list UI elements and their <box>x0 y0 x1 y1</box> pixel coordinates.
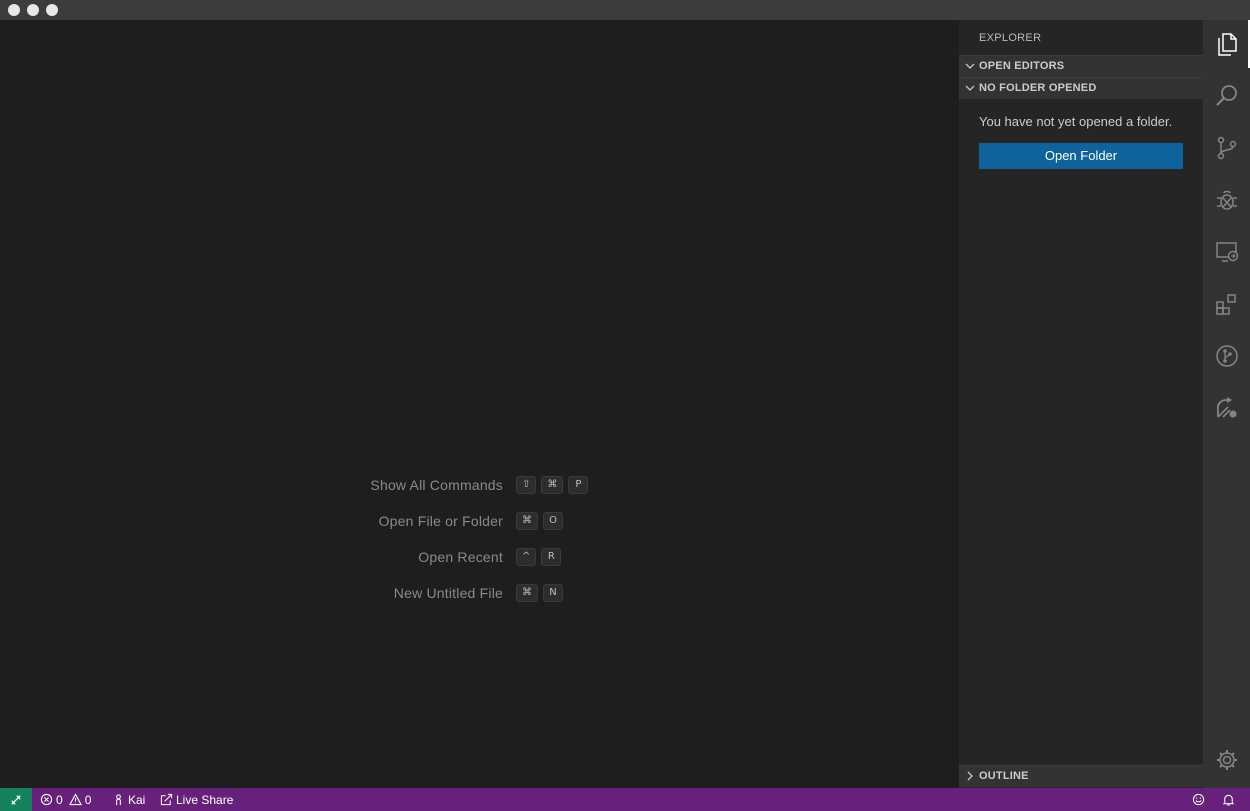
status-bar: 0 0 Kai Live Share <box>0 788 1250 811</box>
editor-watermark: Show All Commands ⇧ ⌘ P Open File or Fol… <box>0 20 959 788</box>
remote-indicator[interactable] <box>0 788 32 811</box>
section-outline[interactable]: OUTLINE <box>959 765 1203 787</box>
key-shift: ⇧ <box>516 476 537 494</box>
close-window-button[interactable] <box>8 4 20 16</box>
error-icon <box>40 793 53 806</box>
share-arrow-icon <box>160 793 173 806</box>
search-icon <box>1215 85 1237 106</box>
key-n: N <box>543 584 563 602</box>
activity-bar <box>1203 20 1250 788</box>
shortcut-show-all-commands: Show All Commands ⇧ ⌘ P <box>0 475 959 495</box>
key-command: ⌘ <box>541 476 564 494</box>
shortcut-new-untitled-file: New Untitled File ⌘ N <box>0 583 959 603</box>
smiley-icon <box>1192 793 1205 806</box>
key-r: R <box>541 548 562 566</box>
key-control: ^ <box>516 548 537 566</box>
activity-source-control[interactable] <box>1203 124 1250 172</box>
live-share-label: Live Share <box>176 792 234 807</box>
source-control-icon <box>1217 136 1236 160</box>
warning-count: 0 <box>84 792 92 807</box>
section-no-folder-opened[interactable]: NO FOLDER OPENED <box>959 77 1203 99</box>
live-share-icon <box>1216 397 1236 418</box>
gear-icon <box>1216 750 1237 770</box>
activity-debug[interactable] <box>1203 176 1250 224</box>
files-icon <box>1217 33 1237 56</box>
activity-search[interactable] <box>1203 72 1250 120</box>
shortcut-open-file-or-folder: Open File or Folder ⌘ O <box>0 511 959 531</box>
open-folder-button[interactable]: Open Folder <box>979 143 1183 169</box>
notifications-button[interactable] <box>1222 788 1235 811</box>
remote-explorer-icon <box>1215 242 1238 262</box>
sidebar-title: EXPLORER <box>979 32 1042 44</box>
problems-indicator[interactable]: 0 0 <box>40 788 91 811</box>
person-icon <box>116 794 121 806</box>
key-command: ⌘ <box>516 512 538 530</box>
extensions-icon <box>1215 294 1236 315</box>
minimize-window-button[interactable] <box>27 4 39 16</box>
chevron-down-icon <box>965 85 975 91</box>
key-p: P <box>568 476 589 494</box>
activity-git-graph[interactable] <box>1203 332 1250 380</box>
warning-icon <box>68 793 82 806</box>
section-open-editors[interactable]: OPEN EDITORS <box>959 55 1203 77</box>
zoom-window-button[interactable] <box>46 4 58 16</box>
explorer-sidebar: EXPLORER OPEN EDITORS NO FOLDER OPENED Y… <box>959 20 1203 788</box>
chevron-right-icon <box>967 771 973 781</box>
live-share-status[interactable]: Live Share <box>160 788 233 811</box>
error-count: 0 <box>56 792 63 807</box>
debug-icon <box>1216 190 1237 210</box>
activity-remote-explorer[interactable] <box>1203 228 1250 276</box>
feedback-button[interactable] <box>1192 788 1205 811</box>
activity-manage[interactable] <box>1203 736 1250 784</box>
activity-extensions[interactable] <box>1203 280 1250 328</box>
no-folder-message: You have not yet opened a folder. <box>979 114 1173 129</box>
title-bar <box>0 0 1250 20</box>
user-account[interactable]: Kai <box>112 788 145 811</box>
chevron-down-icon <box>965 63 975 69</box>
activity-live-share[interactable] <box>1203 384 1250 432</box>
user-name: Kai <box>128 792 146 807</box>
git-graph-icon <box>1215 345 1238 367</box>
key-command: ⌘ <box>516 584 538 602</box>
bell-icon <box>1222 794 1235 806</box>
shortcut-open-recent: Open Recent ^ R <box>0 547 959 567</box>
activity-explorer[interactable] <box>1203 20 1250 68</box>
editor-area[interactable]: Show All Commands ⇧ ⌘ P Open File or Fol… <box>0 20 959 788</box>
key-o: O <box>543 512 563 530</box>
remote-icon <box>11 794 21 805</box>
